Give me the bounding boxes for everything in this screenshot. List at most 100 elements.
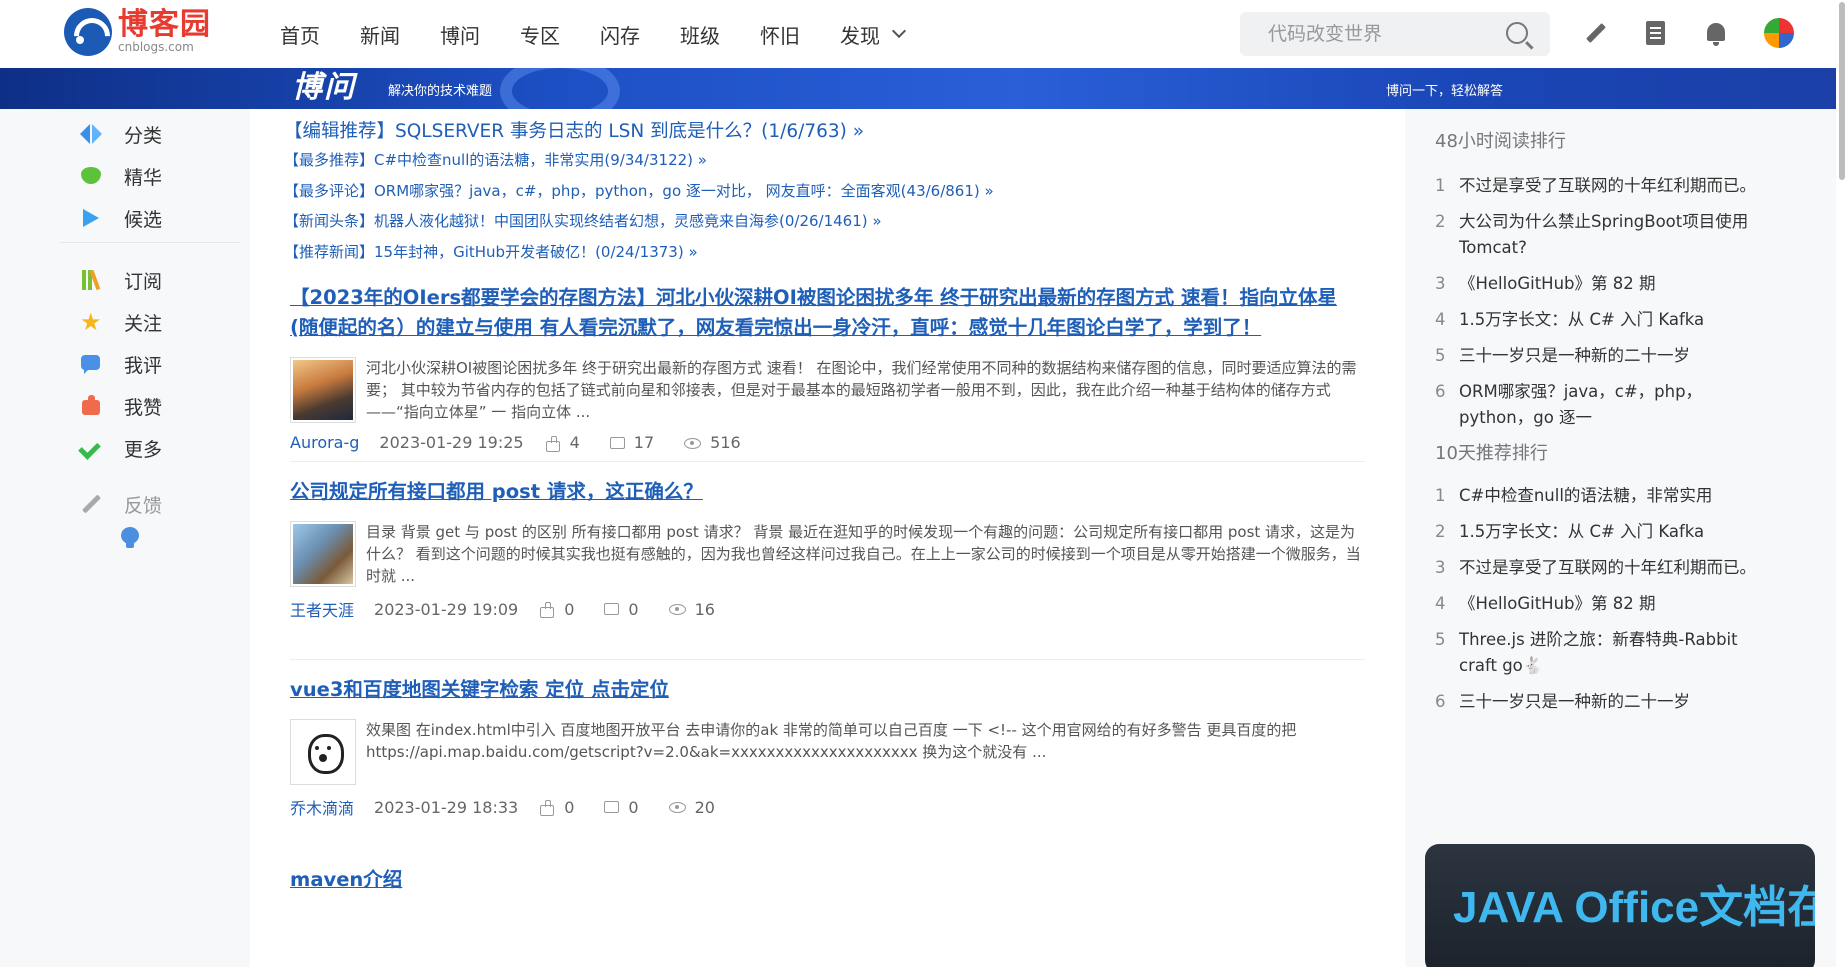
search-box	[1240, 12, 1550, 56]
sidebar-divider	[60, 242, 240, 243]
rec-news-recommended[interactable]: 【推荐新闻】15年封神，GitHub开发者破亿！(0/24/1373) »	[284, 241, 698, 262]
sidebar-item-subscribe[interactable]: 订阅	[80, 265, 162, 295]
comment-value: 0	[628, 797, 639, 817]
post-author[interactable]: 王者天涯	[290, 597, 354, 621]
sidebar-item-category[interactable]: 分类	[80, 119, 162, 149]
check-icon	[80, 437, 102, 459]
rank-item[interactable]: 1 不过是享受了互联网的十年红利期而已。	[1435, 173, 1765, 199]
rec-most-commented[interactable]: 【最多评论】ORM哪家强？java，c#，php，python，go 逐一对比，…	[284, 180, 994, 201]
top-header: 博客园 cnblogs.com 首页 新闻 博问 专区 闪存 班级 怀旧 发现	[0, 0, 1848, 68]
post-item: 【2023年的OIers都要学会的存图方法】河北小伙深耕OI被图论困扰多年 终于…	[290, 283, 1365, 452]
post-divider	[290, 461, 1365, 462]
ad-text: JAVA Office文档在线编辑APIs	[1453, 883, 1815, 932]
nav-ing[interactable]: 闪存	[600, 20, 640, 49]
nav-zone[interactable]: 专区	[520, 20, 560, 49]
site-logo[interactable]: 博客园 cnblogs.com	[64, 8, 211, 56]
rank-item[interactable]: 3 不过是享受了互联网的十年红利期而已。	[1435, 555, 1765, 581]
author-avatar[interactable]	[290, 521, 356, 587]
search-input[interactable]	[1268, 23, 1508, 45]
sidebar-item-my-comments[interactable]: 我评	[80, 349, 162, 379]
post-title[interactable]: 公司规定所有接口都用 post 请求，这正确么？	[290, 477, 1365, 507]
user-avatar[interactable]	[1764, 18, 1794, 48]
comment-count[interactable]: 17	[609, 433, 655, 452]
rank-item[interactable]: 5 三十一岁只是一种新的二十一岁	[1435, 343, 1765, 369]
nav-nostalgia[interactable]: 怀旧	[760, 20, 800, 49]
author-avatar[interactable]	[290, 719, 356, 785]
nav-discover[interactable]: 发现	[840, 20, 907, 49]
nav-news[interactable]: 新闻	[360, 20, 400, 49]
rank48-list: 1 不过是享受了互联网的十年红利期而已。 2 大公司为什么禁止SpringBoot项…	[1435, 173, 1765, 441]
notebook-icon[interactable]	[1642, 20, 1670, 48]
sidebar-item-label: 候选	[124, 208, 163, 231]
rec-most-liked[interactable]: 【最多推荐】C#中检查null的语法糖，非常实用(9/34/3122) »	[284, 149, 707, 170]
search-icon[interactable]	[1506, 22, 1528, 44]
sidebar-item-label: 我评	[124, 354, 163, 377]
cnblogs-logo-icon	[64, 8, 112, 56]
like-value: 0	[564, 599, 575, 619]
rank-item[interactable]: 4 《HelloGitHub》第 82 期	[1435, 591, 1765, 617]
rank-item[interactable]: 6 ORM哪家强？java，c#，php，python，go 逐一	[1435, 379, 1765, 431]
post-date: 2023-01-29 19:09	[374, 599, 519, 619]
main-content: 【编辑推荐】SQLSERVER 事务日志的 LSN 到底是什么？(1/6/763…	[250, 109, 1405, 967]
post-title[interactable]: 【2023年的OIers都要学会的存图方法】河北小伙深耕OI被图论困扰多年 终于…	[290, 283, 1365, 343]
sidebar-item-more[interactable]: 更多	[80, 433, 162, 463]
sidebar-item-follow[interactable]: ★ 关注	[80, 307, 162, 337]
lightbulb-icon[interactable]	[121, 527, 139, 549]
ad-banner[interactable]: JAVA Office文档在线编辑APIs	[1425, 844, 1815, 967]
like-count[interactable]: 0	[540, 600, 574, 619]
comment-count[interactable]: 0	[604, 600, 639, 619]
sidebar-item-label: 我赞	[124, 396, 163, 419]
pen-icon[interactable]	[1582, 20, 1610, 48]
like-count[interactable]: 4	[545, 433, 580, 452]
thumbs-up-icon	[545, 435, 560, 452]
rec-editor-pick[interactable]: 【编辑推荐】SQLSERVER 事务日志的 LSN 到底是什么？(1/6/763…	[284, 117, 864, 143]
wrench-icon	[80, 493, 102, 515]
like-value: 4	[569, 433, 580, 452]
post-divider	[290, 659, 1365, 660]
post-author[interactable]: Aurora-g	[290, 433, 359, 452]
sidebar-item-candidate[interactable]: 候选	[80, 203, 162, 233]
eye-icon	[684, 436, 702, 450]
rank-item[interactable]: 2 大公司为什么禁止SpringBoot项目使用Tomcat?	[1435, 209, 1765, 261]
bell-icon[interactable]	[1702, 20, 1730, 48]
comment-count[interactable]: 0	[604, 797, 639, 817]
sidebar-item-my-likes[interactable]: 我赞	[80, 391, 162, 421]
post-title[interactable]: vue3和百度地图关键字检索 定位 点击定位	[290, 675, 1365, 705]
post-summary: 河北小伙深耕OI被图论困扰多年 终于研究出最新的存图方式 速看！ 在图论中，我们…	[366, 359, 1357, 421]
rank-item[interactable]: 3 《HelloGitHub》第 82 期	[1435, 271, 1765, 297]
star-icon: ★	[80, 308, 102, 336]
post-title[interactable]: maven介绍	[290, 865, 1365, 895]
banner-logo[interactable]: 博问	[292, 68, 356, 109]
rec-news-headline[interactable]: 【新闻头条】机器人液化越狱！中国团队实现终结者幻想，灵感竟来自海参(0/26/1…	[284, 210, 882, 231]
rank-item[interactable]: 2 1.5万字长文：从 C# 入门 Kafka	[1435, 519, 1765, 545]
post-item: maven介绍	[290, 865, 1365, 895]
rank-item[interactable]: 5 Three.js 进阶之旅：新春特典-Rabbit craft go🐇	[1435, 627, 1765, 679]
sidebar-item-feedback[interactable]: 反馈	[80, 489, 162, 519]
post-author[interactable]: 乔木滴滴	[290, 795, 354, 819]
rank-item[interactable]: 1 C#中检查null的语法糖，非常实用	[1435, 483, 1765, 509]
comment-value: 17	[633, 433, 655, 452]
like-count[interactable]: 0	[540, 798, 574, 817]
view-count: 20	[668, 797, 715, 817]
nav-q[interactable]: 博问	[440, 20, 480, 49]
page-scrollbar[interactable]	[1836, 0, 1848, 967]
sidebar-item-essence[interactable]: 精华	[80, 161, 162, 191]
thumbs-up-icon	[540, 800, 555, 816]
sidebar-item-label: 反馈	[124, 494, 163, 517]
nav-class[interactable]: 班级	[680, 20, 720, 49]
author-avatar[interactable]	[290, 357, 356, 423]
view-value: 516	[710, 433, 741, 452]
banner-right-text: 博问一下，轻松解答	[1386, 84, 1504, 99]
view-count: 16	[668, 600, 715, 619]
rank-item[interactable]: 6 三十一岁只是一种新的二十一岁	[1435, 689, 1765, 715]
eye-icon	[668, 602, 686, 616]
view-value: 20	[694, 797, 715, 817]
sidebar-item-label: 更多	[124, 438, 163, 461]
right-sidebar: 48小时阅读排行 1 不过是享受了互联网的十年红利期而已。 2 大公司为什么禁止Sp…	[1405, 109, 1848, 967]
nav-home[interactable]: 首页	[280, 20, 320, 49]
rank-item[interactable]: 4 1.5万字长文：从 C# 入门 Kafka	[1435, 307, 1765, 333]
view-count: 516	[684, 433, 741, 452]
chevron-down-icon	[891, 23, 907, 39]
nav-discover-label: 发现	[840, 23, 880, 48]
scrollbar-thumb[interactable]	[1839, 2, 1845, 180]
